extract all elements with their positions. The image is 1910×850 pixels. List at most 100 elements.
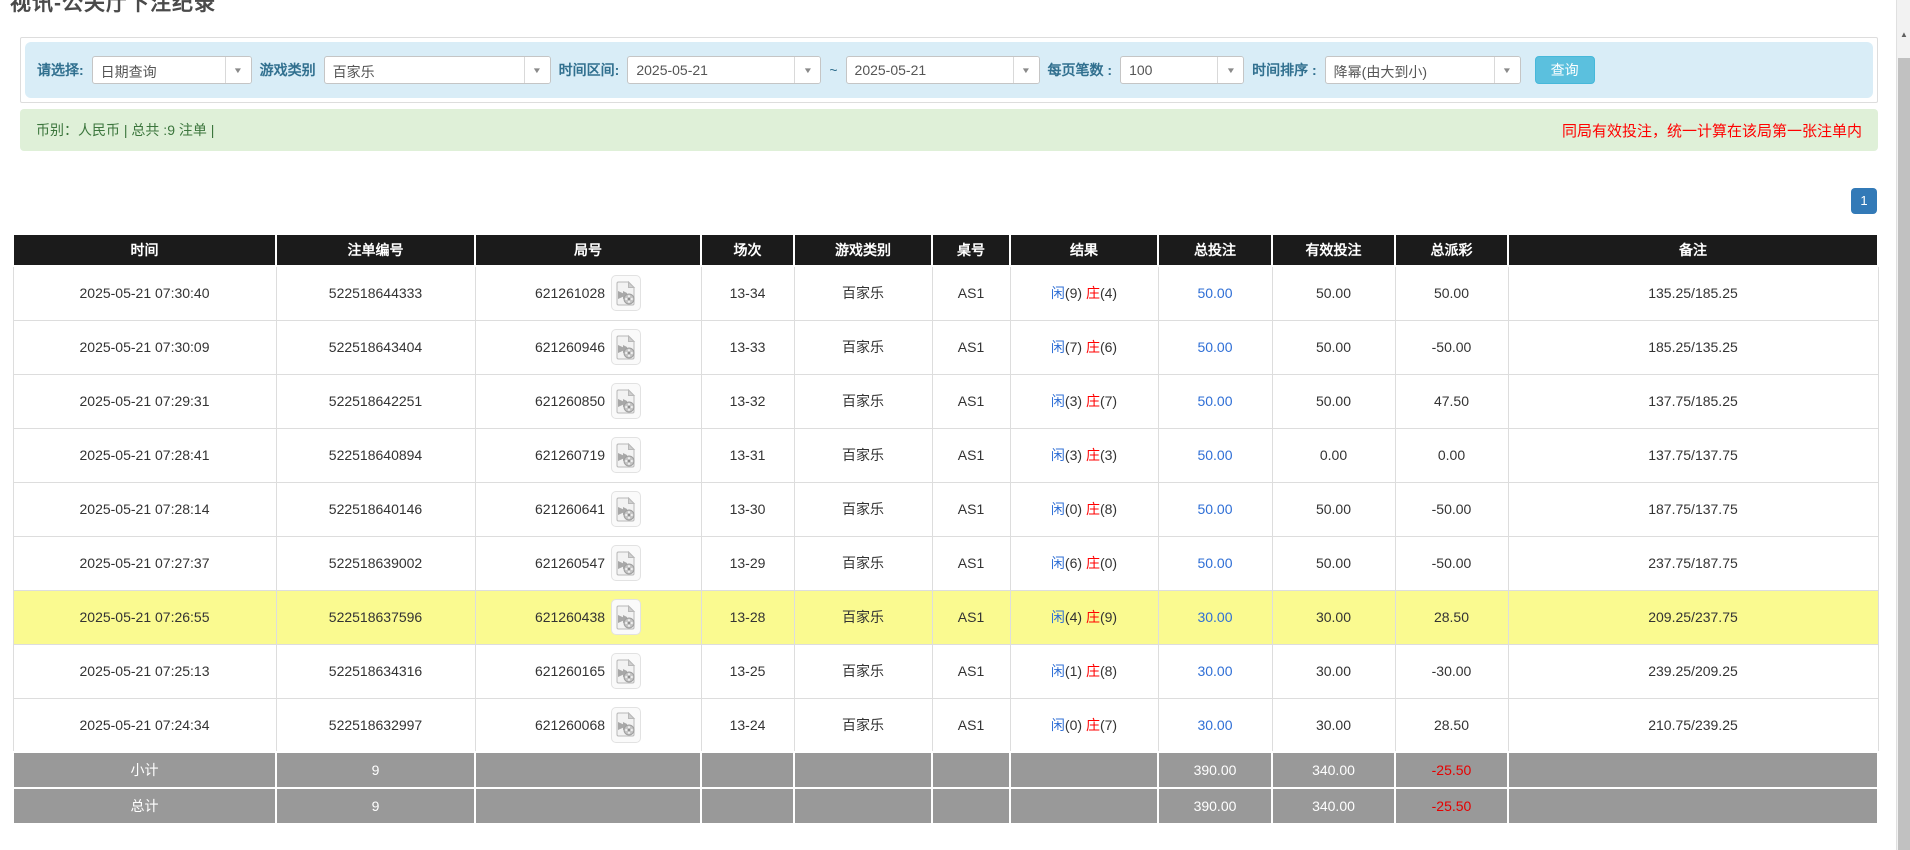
- bet-record-row: 2025-05-21 07:28:41522518640894621260719…: [13, 428, 1878, 482]
- round-id: 621260068: [535, 717, 605, 733]
- round-wrap: 621260165: [535, 653, 641, 689]
- subtotal-row: 小计9390.00340.00-25.50: [13, 752, 1878, 788]
- banker-result-label: 庄: [1086, 663, 1100, 679]
- game-type-dropdown-button[interactable]: ▼: [524, 57, 550, 83]
- payout: -50.00: [1395, 536, 1508, 590]
- session-number: 13-33: [701, 320, 794, 374]
- scrollbar-up-arrow-icon[interactable]: ▲: [1897, 26, 1910, 42]
- bet-record-row: 2025-05-21 07:26:55522518637596621260438…: [13, 590, 1878, 644]
- search-button[interactable]: 查询: [1535, 56, 1595, 84]
- page-1-button[interactable]: 1: [1851, 188, 1877, 214]
- bet-id: 522518642251: [276, 374, 475, 428]
- round-id: 621260946: [535, 339, 605, 355]
- total-bet-link[interactable]: 30.00: [1197, 663, 1232, 679]
- date-to-dropdown-button[interactable]: ▼: [1013, 57, 1039, 83]
- query-type-dropdown-button[interactable]: ▼: [225, 57, 251, 83]
- game-type-label: 游戏类别: [260, 60, 316, 80]
- round-wrap: 621260946: [535, 329, 641, 365]
- player-result-score: (6): [1065, 555, 1082, 571]
- round-wrap: 621260641: [535, 491, 641, 527]
- grand-total-row-table-number: [932, 788, 1010, 824]
- banker-result-score: (8): [1100, 663, 1117, 679]
- banker-result-score: (3): [1100, 447, 1117, 463]
- remark: 209.25/237.75: [1508, 590, 1878, 644]
- video-replay-button[interactable]: [611, 545, 641, 581]
- total-bet-link[interactable]: 50.00: [1197, 393, 1232, 409]
- date-from-picker[interactable]: 2025-05-21 ▼: [627, 56, 821, 84]
- date-from-dropdown-button[interactable]: ▼: [794, 57, 820, 83]
- total-bet-link[interactable]: 50.00: [1197, 555, 1232, 571]
- valid-bet: 50.00: [1272, 320, 1395, 374]
- video-replay-button[interactable]: [611, 653, 641, 689]
- page-size-dropdown[interactable]: 100 ▼: [1120, 56, 1244, 84]
- game-type: 百家乐: [794, 536, 932, 590]
- remark: 187.75/137.75: [1508, 482, 1878, 536]
- filter-panel: 请选择: 日期查询 ▼ 游戏类别 百家乐 ▼ 时间区间: 2025-05-21 …: [20, 37, 1878, 103]
- bet-id: 522518637596: [276, 590, 475, 644]
- bet-time: 2025-05-21 07:29:31: [13, 374, 276, 428]
- date-to-picker[interactable]: 2025-05-21 ▼: [846, 56, 1040, 84]
- bet-time: 2025-05-21 07:26:55: [13, 590, 276, 644]
- total-bet-link[interactable]: 50.00: [1197, 501, 1232, 517]
- video-replay-button[interactable]: [611, 707, 641, 743]
- table-body: 2025-05-21 07:30:40522518644333621261028…: [13, 266, 1878, 824]
- payout: -50.00: [1395, 482, 1508, 536]
- currency-summary-text: 币别：人民币 | 总共 :9 注单 |: [36, 120, 214, 140]
- banker-result-label: 庄: [1086, 501, 1100, 517]
- game-type: 百家乐: [794, 428, 932, 482]
- subtotal-row-round-cell: [475, 752, 701, 788]
- video-replay-button[interactable]: [611, 383, 641, 419]
- query-type-value: 日期查询: [93, 57, 225, 83]
- result-cell: 闲(7) 庄(6): [1010, 320, 1158, 374]
- video-replay-button[interactable]: [611, 329, 641, 365]
- banker-result-score: (8): [1100, 501, 1117, 517]
- remark: 185.25/135.25: [1508, 320, 1878, 374]
- video-replay-button[interactable]: [611, 437, 641, 473]
- column-header-payout: 总派彩: [1395, 234, 1508, 266]
- subtotal-row-table-number: [932, 752, 1010, 788]
- video-replay-button[interactable]: [611, 599, 641, 635]
- payout: 28.50: [1395, 590, 1508, 644]
- filter-bar: 请选择: 日期查询 ▼ 游戏类别 百家乐 ▼ 时间区间: 2025-05-21 …: [25, 42, 1873, 98]
- video-replay-button[interactable]: [611, 491, 641, 527]
- total-bet-link: 30.00: [1158, 590, 1272, 644]
- remark: 239.25/209.25: [1508, 644, 1878, 698]
- subtotal-row-result-cell: [1010, 752, 1158, 788]
- result-cell: 闲(4) 庄(9): [1010, 590, 1158, 644]
- session-number: 13-34: [701, 266, 794, 320]
- video-file-icon: [616, 551, 636, 576]
- remark: 135.25/185.25: [1508, 266, 1878, 320]
- banker-result-label: 庄: [1086, 339, 1100, 355]
- sort-order-dropdown-button[interactable]: ▼: [1494, 57, 1520, 83]
- sort-order-dropdown[interactable]: 降幂(由大到小) ▼: [1325, 56, 1521, 84]
- game-type: 百家乐: [794, 590, 932, 644]
- session-number: 13-31: [701, 428, 794, 482]
- page-size-dropdown-button[interactable]: ▼: [1217, 57, 1243, 83]
- banker-result-score: (7): [1100, 717, 1117, 733]
- date-to-value: 2025-05-21: [847, 57, 1013, 83]
- grand-total-row-round-cell: [475, 788, 701, 824]
- video-replay-button[interactable]: [611, 275, 641, 311]
- scrollbar-thumb[interactable]: [1898, 58, 1910, 850]
- game-type-dropdown[interactable]: 百家乐 ▼: [324, 56, 551, 84]
- valid-bet: 50.00: [1272, 266, 1395, 320]
- game-type: 百家乐: [794, 644, 932, 698]
- player-result-score: (3): [1065, 447, 1082, 463]
- query-type-dropdown[interactable]: 日期查询 ▼: [92, 56, 252, 84]
- game-type-value: 百家乐: [325, 57, 524, 83]
- total-bet-link[interactable]: 50.00: [1197, 447, 1232, 463]
- session-number: 13-28: [701, 590, 794, 644]
- total-bet-link: 50.00: [1158, 428, 1272, 482]
- total-bet-link[interactable]: 50.00: [1197, 285, 1232, 301]
- remark: 137.75/137.75: [1508, 428, 1878, 482]
- session-number: 13-30: [701, 482, 794, 536]
- bet-record-row: 2025-05-21 07:30:09522518643404621260946…: [13, 320, 1878, 374]
- grand-total-row-payout: -25.50: [1395, 788, 1508, 824]
- total-bet-link[interactable]: 30.00: [1197, 717, 1232, 733]
- chevron-down-icon: ▼: [1225, 66, 1235, 75]
- total-bet-link[interactable]: 30.00: [1197, 609, 1232, 625]
- vertical-scrollbar[interactable]: ▲: [1896, 0, 1910, 850]
- chevron-down-icon: ▼: [532, 66, 542, 75]
- total-bet-link[interactable]: 50.00: [1197, 339, 1232, 355]
- banker-result-score: (9): [1100, 609, 1117, 625]
